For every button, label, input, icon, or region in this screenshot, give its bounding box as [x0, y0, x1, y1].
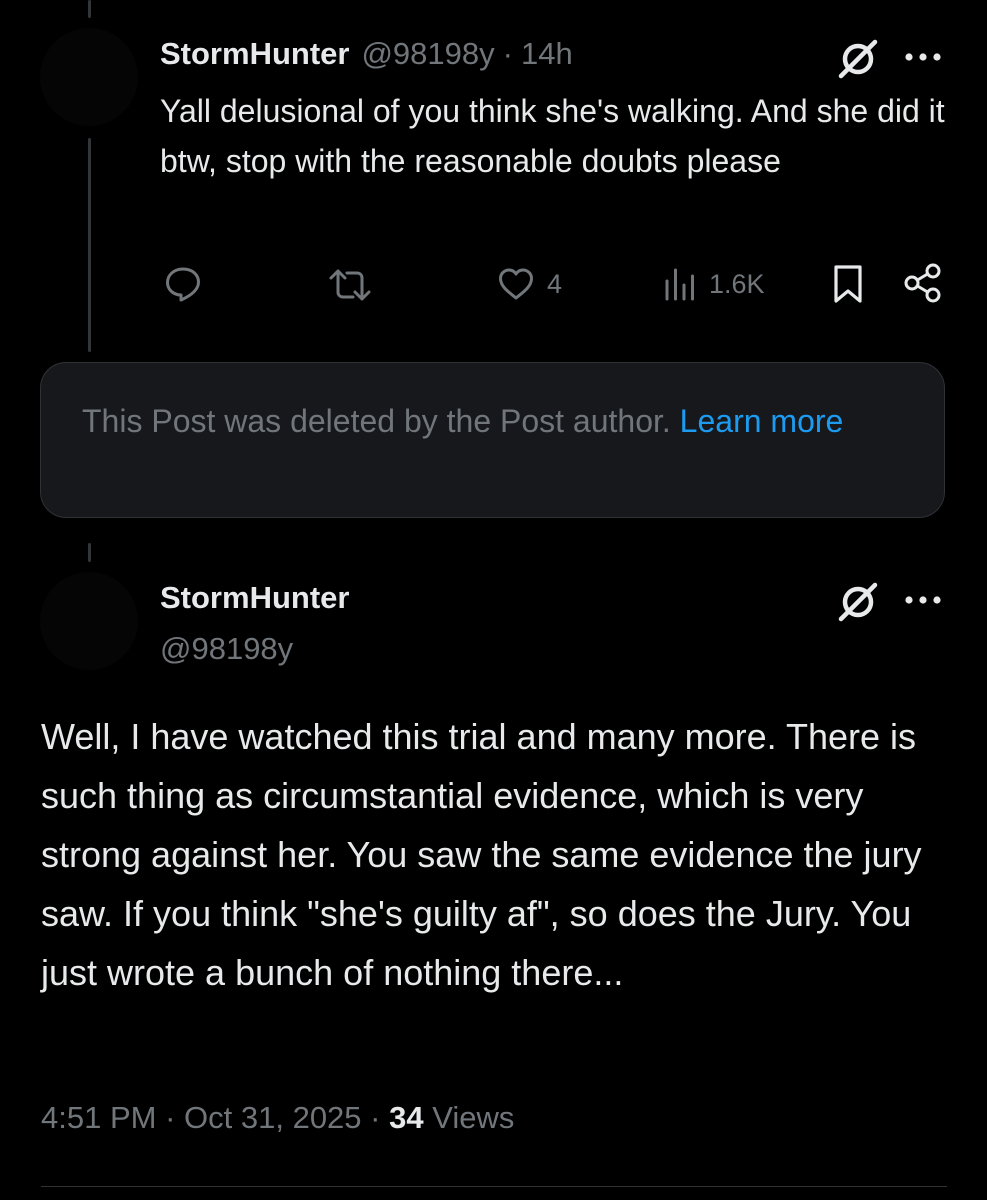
author-handle[interactable]: @98198y — [361, 36, 494, 72]
repost-button[interactable] — [328, 267, 384, 303]
meta-separator: · — [370, 1100, 381, 1135]
reply-button[interactable] — [164, 266, 214, 302]
main-author-name[interactable]: StormHunter — [160, 580, 349, 616]
avatar[interactable] — [40, 28, 138, 126]
views-count: 1.6K — [709, 268, 765, 299]
author-name[interactable]: StormHunter — [160, 36, 349, 72]
reply-icon — [164, 266, 202, 302]
learn-more-link[interactable]: Learn more — [680, 403, 844, 439]
reply-header: StormHunter @98198y · 14h — [160, 36, 573, 72]
repost-icon — [328, 267, 372, 303]
share-icon — [902, 262, 944, 304]
bottom-divider — [41, 1186, 947, 1187]
more-icon[interactable] — [902, 593, 944, 605]
main-post-text: Well, I have watched this trial and many… — [41, 716, 922, 993]
avatar[interactable] — [40, 572, 138, 670]
bookmark-button[interactable] — [832, 264, 864, 304]
meta-separator: · — [165, 1100, 176, 1135]
post-time[interactable]: 4:51 PM — [41, 1100, 156, 1135]
post-date[interactable]: Oct 31, 2025 — [184, 1100, 362, 1135]
like-button[interactable]: 4 — [497, 266, 562, 302]
like-count: 4 — [547, 268, 563, 299]
more-icon[interactable] — [902, 50, 944, 62]
thread-line-mid — [88, 138, 91, 352]
like-icon — [497, 266, 535, 302]
post-meta: 4:51 PM · Oct 31, 2025 · 34 Views — [41, 1100, 514, 1136]
thread-line-top — [88, 0, 91, 18]
grok-icon[interactable] — [836, 580, 880, 624]
post-time[interactable]: 14h — [521, 36, 573, 72]
views-icon — [663, 266, 697, 302]
bookmark-icon — [832, 264, 864, 304]
share-button[interactable] — [902, 262, 944, 304]
views-label: Views — [432, 1100, 515, 1135]
main-author-handle[interactable]: @98198y — [160, 631, 293, 667]
header-separator: · — [502, 36, 513, 71]
views-count: 34 — [389, 1100, 424, 1135]
thread-line-bottom — [88, 543, 91, 562]
deleted-post-notice: This Post was deleted by the Post author… — [40, 362, 945, 518]
views-button[interactable]: 1.6K — [663, 266, 765, 302]
reply-text: Yall delusional of you think she's walki… — [160, 93, 945, 179]
deleted-notice-text: This Post was deleted by the Post author… — [82, 403, 671, 439]
grok-icon[interactable] — [836, 37, 880, 81]
